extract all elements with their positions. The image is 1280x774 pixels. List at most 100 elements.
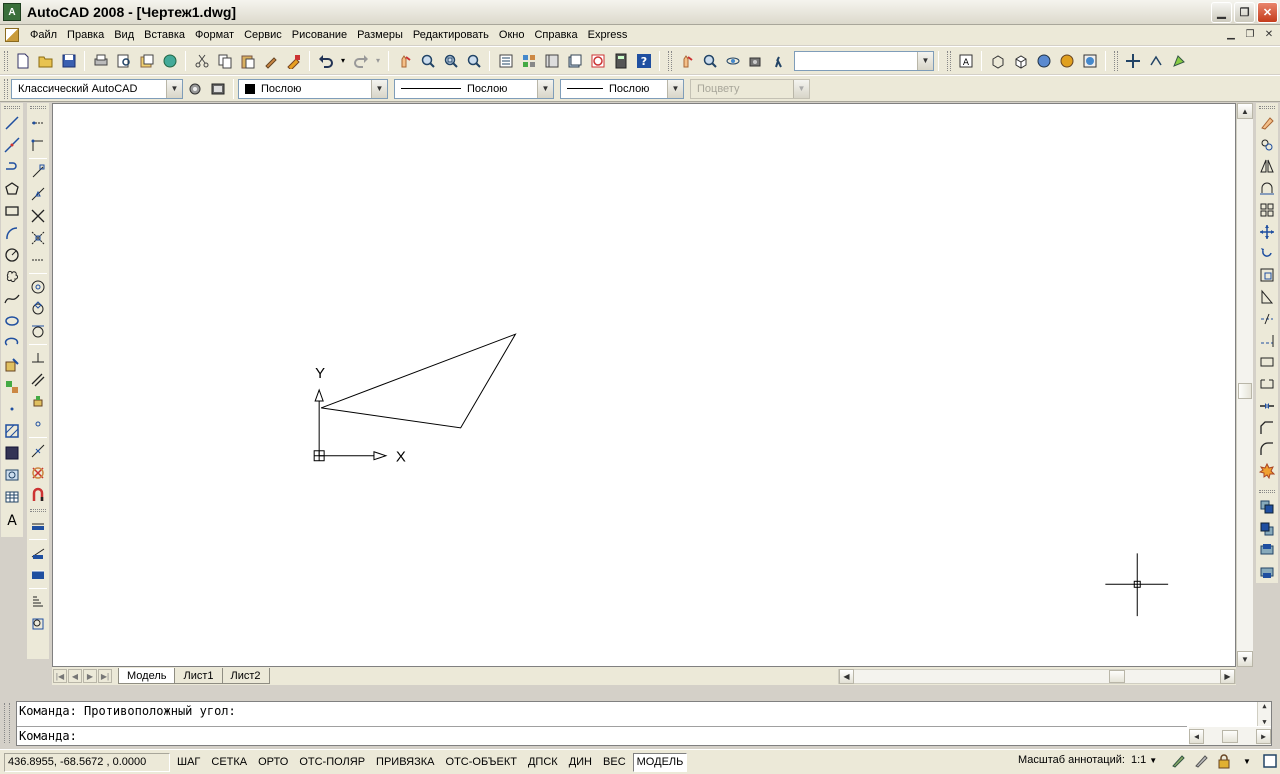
clean-screen-icon[interactable]: [1261, 752, 1279, 770]
command-prompt[interactable]: Команда:: [19, 729, 77, 743]
doc-minimize-button[interactable]: ▁: [1224, 27, 1238, 41]
snap-endpoint-icon[interactable]: [28, 162, 48, 182]
match-properties-icon[interactable]: [260, 50, 281, 71]
tab-next-icon[interactable]: ▶: [83, 669, 97, 683]
visual-styles-manager-icon[interactable]: [1079, 50, 1100, 71]
scroll-up-icon[interactable]: ▲: [1262, 702, 1266, 710]
draworder-under-icon[interactable]: [1257, 562, 1277, 582]
gradient-icon[interactable]: [2, 443, 22, 463]
sheet-set-manager-icon[interactable]: [564, 50, 585, 71]
chamfer-icon[interactable]: [1257, 418, 1277, 438]
doc-close-button[interactable]: ✕: [1262, 27, 1276, 41]
snap-from-icon[interactable]: [28, 135, 48, 155]
dim-aligned-icon[interactable]: [28, 543, 48, 563]
design-center-icon[interactable]: [518, 50, 539, 71]
snap-tangent-icon[interactable]: [28, 321, 48, 341]
command-line-window[interactable]: Команда: Противоположный угол: Команда: …: [16, 701, 1272, 746]
auto-scale-icon[interactable]: [1192, 752, 1210, 770]
3d-wireframe-icon[interactable]: [987, 50, 1008, 71]
restore-button[interactable]: ❐: [1234, 2, 1255, 23]
publish-icon[interactable]: [136, 50, 157, 71]
realistic-icon[interactable]: [1033, 50, 1054, 71]
model-toggle[interactable]: МОДЕЛЬ: [632, 752, 688, 772]
status-menu-icon[interactable]: ▼: [1238, 752, 1256, 770]
scroll-left-icon[interactable]: ◀: [1189, 728, 1204, 744]
snap-extension-icon[interactable]: [28, 250, 48, 270]
copy-object-icon[interactable]: [1257, 135, 1277, 155]
snap-none-icon[interactable]: [28, 463, 48, 483]
3d-dwf-icon[interactable]: [159, 50, 180, 71]
snap-toggle[interactable]: ШАГ: [173, 753, 204, 772]
chevron-down-icon[interactable]: ▼: [917, 51, 933, 70]
close-button[interactable]: ✕: [1257, 2, 1278, 23]
menu-view[interactable]: Вид: [109, 26, 139, 44]
redo-dropdown-icon[interactable]: ▾: [373, 50, 383, 71]
command-line-grip[interactable]: [4, 703, 10, 743]
explode-icon[interactable]: [1257, 461, 1277, 481]
2d-wireframe-icon[interactable]: A: [955, 50, 976, 71]
walk-icon[interactable]: [768, 50, 789, 71]
rotate-icon[interactable]: [1257, 244, 1277, 264]
point-icon[interactable]: [2, 399, 22, 419]
undo-dropdown-icon[interactable]: ▾: [338, 50, 348, 71]
paste-icon[interactable]: [237, 50, 258, 71]
qnew-icon[interactable]: [12, 50, 33, 71]
horizontal-scroll-thumb[interactable]: [1109, 670, 1125, 683]
menu-help[interactable]: Справка: [529, 26, 582, 44]
menu-edit[interactable]: Правка: [62, 26, 109, 44]
menu-modify[interactable]: Редактировать: [408, 26, 494, 44]
command-scroll-thumb[interactable]: [1222, 729, 1238, 743]
chevron-down-icon[interactable]: ▼: [166, 79, 182, 98]
tab-first-icon[interactable]: |◀: [53, 669, 67, 683]
toolbar-grip[interactable]: [4, 50, 8, 71]
help-icon[interactable]: ?: [633, 50, 654, 71]
osnap-toggle[interactable]: ПРИВЯЗКА: [372, 753, 438, 772]
ortho-toggle[interactable]: ОРТО: [254, 753, 292, 772]
quickcalc-icon[interactable]: [610, 50, 631, 71]
osnap-settings-icon[interactable]: [28, 485, 48, 505]
scroll-up-icon[interactable]: ▲: [1237, 103, 1253, 119]
block-editor-icon[interactable]: [283, 50, 304, 71]
tool-palettes-icon[interactable]: [541, 50, 562, 71]
tab-model[interactable]: Модель: [118, 668, 176, 684]
my-workspace-icon[interactable]: [207, 78, 228, 99]
menu-window[interactable]: Окно: [494, 26, 530, 44]
dim-diameter-icon[interactable]: [28, 614, 48, 634]
mirror-icon[interactable]: [1257, 157, 1277, 177]
menu-format[interactable]: Формат: [190, 26, 239, 44]
color-combo[interactable]: Послою ▼: [238, 78, 388, 99]
camera-icon[interactable]: [745, 50, 766, 71]
trim-icon[interactable]: [1257, 309, 1277, 329]
ellipse-arc-icon[interactable]: [2, 333, 22, 353]
line-icon[interactable]: [2, 113, 22, 133]
tab-layout1[interactable]: Лист1: [174, 668, 223, 684]
open-icon[interactable]: [35, 50, 56, 71]
menu-express[interactable]: Express: [583, 26, 633, 44]
chevron-down-icon[interactable]: ▼: [537, 79, 553, 98]
tab-last-icon[interactable]: ▶|: [98, 669, 112, 683]
snap-node-icon[interactable]: [28, 414, 48, 434]
minimize-button[interactable]: ▁: [1211, 2, 1232, 23]
lwt-toggle[interactable]: ВЕС: [599, 753, 630, 772]
extend-icon[interactable]: [1257, 331, 1277, 351]
snap-insert-icon[interactable]: [28, 392, 48, 412]
arc-icon[interactable]: [2, 223, 22, 243]
undo-icon[interactable]: [315, 50, 336, 71]
ucs-rotate-icon[interactable]: [1145, 50, 1166, 71]
temp-track-point-icon[interactable]: [28, 113, 48, 133]
vertical-scroll-thumb[interactable]: [1238, 383, 1252, 399]
menu-insert[interactable]: Вставка: [139, 26, 190, 44]
menu-tools[interactable]: Сервис: [239, 26, 287, 44]
stretch-icon[interactable]: [1257, 287, 1277, 307]
break-icon[interactable]: [1257, 374, 1277, 394]
toolbar-grip-5[interactable]: [4, 78, 8, 99]
properties-icon[interactable]: [495, 50, 516, 71]
copy-icon[interactable]: [214, 50, 235, 71]
erase-icon[interactable]: [1257, 113, 1277, 133]
plot-icon[interactable]: [90, 50, 111, 71]
workspace-combo[interactable]: Классический AutoCAD ▼: [11, 78, 183, 99]
snap-nearest-icon[interactable]: [28, 441, 48, 461]
drawing-vertical-scrollbar[interactable]: ▲ ▼: [1236, 103, 1253, 667]
snap-center-icon[interactable]: [28, 277, 48, 297]
zoom-window-icon[interactable]: [440, 50, 461, 71]
